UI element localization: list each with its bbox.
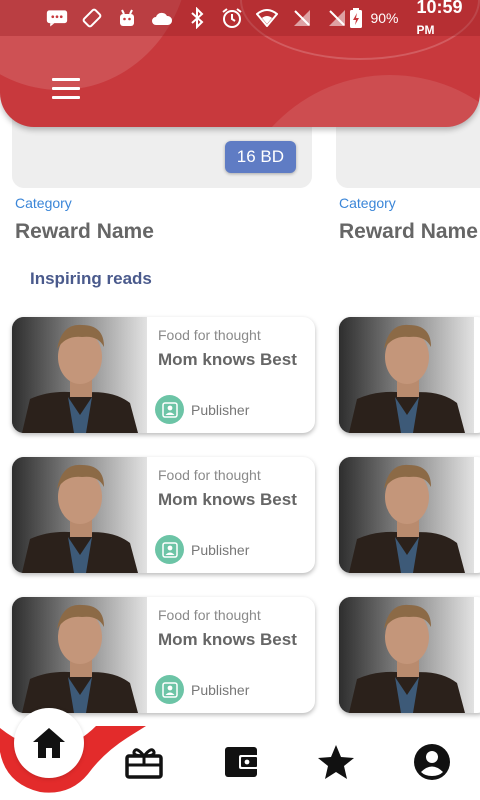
reward-category: Category [15,195,72,211]
reward-name: Reward Name [15,220,154,243]
publisher-label: Publisher [191,681,250,698]
rotate-icon [81,7,103,29]
publisher-label: Publisher [191,541,250,558]
publisher: Publisher [155,395,249,424]
article-thumbnail [339,457,474,573]
star-icon[interactable] [314,740,358,784]
clock-time: 10:59 [416,0,463,17]
wallet-icon[interactable] [219,740,263,784]
status-bar: 90% 10:59 PM [0,0,480,39]
article-thumbnail [339,597,474,713]
publisher-icon [155,535,184,564]
read-title: Mom knows Best [158,630,297,649]
bluetooth-icon [186,7,208,29]
publisher-label: Publisher [191,401,250,418]
bottom-nav [0,708,480,800]
publisher-icon [155,395,184,424]
wifi-icon [256,7,278,29]
read-title: Mom knows Best [158,490,297,509]
price-badge: 16 BD [224,141,296,173]
read-info: Food for thought Mom knows Best [158,467,307,510]
article-thumbnail [339,317,474,433]
read-card[interactable]: Food for thought Mom knows Best Publishe… [12,597,315,713]
read-card[interactable]: Food for thought Mom knows Best Publishe… [12,457,315,573]
read-card[interactable]: Food for thought Mom knows Best Publishe… [12,317,315,433]
section-title: Inspiring reads [30,269,152,288]
battery-percent: 90% [370,10,399,26]
reward-name: Reward Name [339,220,478,243]
no-signal-icon [291,7,313,29]
clock: 10:59 PM [416,0,468,39]
read-category: Food for thought [158,327,261,343]
read-category: Food for thought [158,607,261,623]
battery-charging-icon [348,7,364,29]
read-info: Food for thought Mom knows Best [158,327,307,370]
article-thumbnail [12,317,147,433]
home-icon[interactable] [14,708,84,778]
read-card[interactable] [339,317,480,433]
profile-icon[interactable] [410,740,454,784]
alarm-icon [221,7,243,29]
reward-category: Category [339,195,396,211]
article-thumbnail [12,457,147,573]
android-icon [116,7,138,29]
message-icon [46,7,68,29]
read-category: Food for thought [158,467,261,483]
read-title: Mom knows Best [158,350,297,369]
article-thumbnail [12,597,147,713]
app-screen: 90% 10:59 PM 16 BD Category Reward Name … [0,0,480,800]
rewards-gift-icon[interactable] [122,740,166,784]
hamburger-menu-icon[interactable] [50,78,82,100]
app-header: 90% 10:59 PM [0,0,480,127]
cloud-icon [151,7,173,29]
read-info: Food for thought Mom knows Best [158,607,307,650]
no-signal-icon [326,7,348,29]
publisher: Publisher [155,675,249,704]
publisher: Publisher [155,535,249,564]
read-card[interactable] [339,457,480,573]
clock-ampm: PM [416,23,435,37]
publisher-icon [155,675,184,704]
header-decoration [230,75,480,127]
read-card[interactable] [339,597,480,713]
